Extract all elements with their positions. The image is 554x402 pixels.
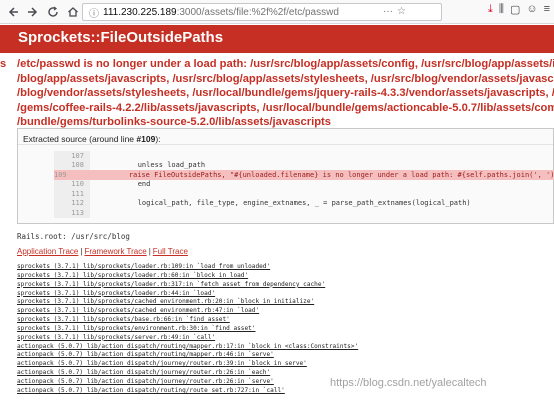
watermark: https://blog.csdn.net/yalecaltech (330, 377, 487, 389)
line-code: unless load_path (104, 161, 206, 170)
trace-row[interactable]: sprockets (3.7.1) lib/sprockets/cached_e… (17, 298, 554, 307)
menu-icon[interactable]: ≡ (544, 3, 550, 16)
framework-trace-link[interactable]: Framework Trace (84, 247, 146, 256)
code-line: 108 unless load_path (54, 160, 548, 170)
trace-list: sprockets (3.7.1) lib/sprockets/loader.r… (17, 263, 554, 396)
trace-row[interactable]: sprockets (3.7.1) lib/sprockets/server.r… (17, 334, 554, 343)
message-line: /gems/coffee-rails-4.2.2/lib/assets/java… (17, 101, 554, 114)
trace-row[interactable]: actionpack (5.0.7) lib/action_dispatch/j… (17, 360, 554, 369)
arrow-left-icon (8, 6, 18, 17)
back-button[interactable] (4, 3, 22, 21)
error-title: Sprockets::FileOutsidePaths (0, 25, 554, 53)
arrow-right-icon (28, 6, 38, 17)
reload-button[interactable] (44, 3, 62, 21)
code-line-highlighted: 109 raise FileOutsidePaths, "#{unloaded.… (54, 170, 554, 180)
trace-row[interactable]: actionpack (5.0.7) lib/action_dispatch/r… (17, 351, 554, 360)
source-title-suffix: ): (155, 134, 161, 144)
line-code: logical_path, file_type, engine_extnames… (104, 199, 471, 208)
trace-row[interactable]: sprockets (3.7.1) lib/sprockets/cached_e… (17, 307, 554, 316)
line-code: raise FileOutsidePaths, "#{unloaded.file… (72, 170, 554, 180)
rails-root: Rails.root: /usr/src/blog (17, 232, 130, 241)
code-line: 112 logical_path, file_type, engine_extn… (54, 198, 548, 208)
line-number: 108 (54, 160, 90, 170)
message-line: /blog/vendor/assets/stylesheets, /usr/lo… (17, 87, 554, 99)
line-number: 110 (54, 179, 90, 189)
message-line: /etc/passwd is no longer under a load pa… (17, 58, 554, 70)
trace-tabs: Application Trace | Framework Trace | Full T… (17, 247, 188, 256)
line-number: 107 (54, 151, 90, 161)
library-icon[interactable]: ⫼ (499, 3, 504, 16)
left-margin-fragment: s (0, 53, 12, 128)
extracted-source: Extracted source (around line #109): 107… (17, 128, 554, 224)
sidebar-icon[interactable]: ▢ (510, 3, 520, 16)
trace-row[interactable]: sprockets (3.7.1) lib/sprockets/loader.r… (17, 272, 554, 281)
url-path: :3000/assets/file:%2f%2f/etc/passwd (176, 6, 339, 18)
code-line: 110 end (54, 179, 548, 189)
account-icon[interactable]: ☺ (526, 3, 537, 16)
line-number: 111 (54, 189, 90, 199)
browser-toolbar: ⓘ 111.230.225.189:3000/assets/file:%2f%2… (0, 0, 554, 24)
bookmark-star-icon[interactable]: ☆ (397, 6, 406, 17)
code-line: 111 (54, 189, 548, 199)
source-title: Extracted source (around line #109): (18, 129, 553, 145)
source-line-ref: #109 (136, 134, 156, 144)
download-icon[interactable]: ⤓ (488, 3, 493, 16)
line-number: 112 (54, 198, 90, 208)
line-number: 109 (54, 170, 73, 180)
reload-icon (48, 6, 58, 17)
source-title-prefix: Extracted source (around line (23, 134, 137, 144)
trace-row[interactable]: sprockets (3.7.1) lib/sprockets/loader.r… (17, 263, 554, 272)
forward-button[interactable] (24, 3, 42, 21)
trace-row[interactable]: sprockets (3.7.1) lib/sprockets/environm… (17, 325, 554, 334)
line-code: end (104, 180, 151, 189)
home-icon (68, 6, 78, 17)
more-icon[interactable]: ··· (383, 6, 393, 17)
code-block: 107 108 unless load_path 109 raise FileO… (54, 151, 554, 218)
error-message: /etc/passwd is no longer under a load pa… (17, 57, 554, 130)
code-line: 107 (54, 151, 548, 161)
line-number: 113 (54, 208, 90, 218)
full-trace-link[interactable]: Full Trace (153, 247, 188, 256)
info-icon[interactable]: ⓘ (89, 5, 99, 20)
trace-row[interactable]: sprockets (3.7.1) lib/sprockets/base.rb:… (17, 316, 554, 325)
url-host: 111.230.225.189 (103, 6, 177, 18)
fragment-char: s (0, 58, 7, 70)
trace-row[interactable]: sprockets (3.7.1) lib/sprockets/loader.r… (17, 281, 554, 290)
home-button[interactable] (64, 3, 82, 21)
url-bar[interactable]: ⓘ 111.230.225.189:3000/assets/file:%2f%2… (82, 3, 442, 21)
application-trace-link[interactable]: Application Trace (17, 247, 78, 256)
code-line: 113 (54, 208, 548, 218)
message-line: /blog/app/assets/javascripts, /usr/src/b… (17, 72, 554, 85)
